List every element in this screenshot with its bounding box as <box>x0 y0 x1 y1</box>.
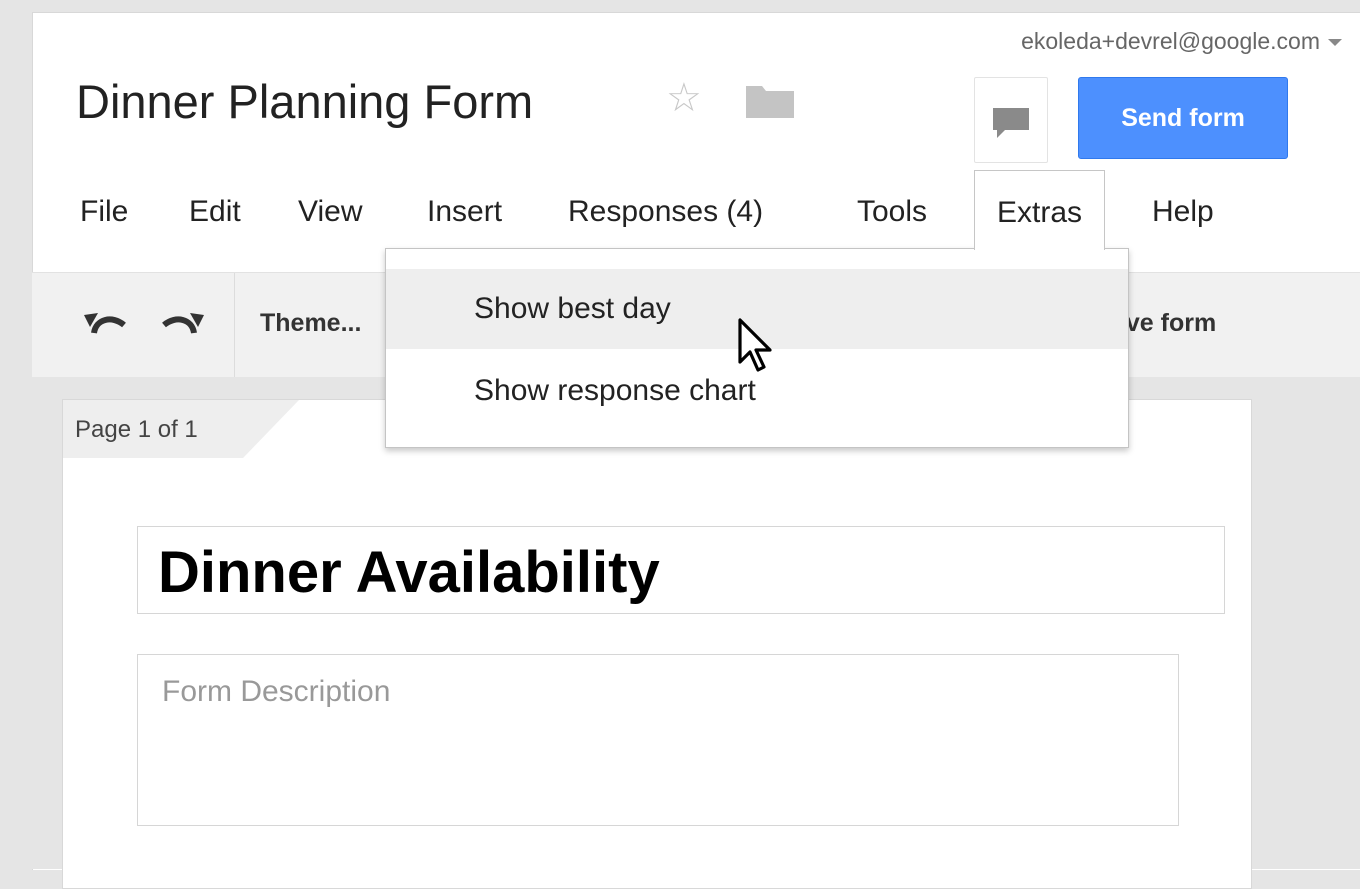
theme-button[interactable]: Theme... <box>260 309 361 338</box>
account-menu[interactable]: ekoleda+devrel@google.com <box>1021 28 1342 55</box>
page-indicator-label: Page 1 of 1 <box>75 416 198 443</box>
undo-icon[interactable] <box>84 309 128 335</box>
caret-down-icon <box>1328 39 1342 47</box>
menu-responses[interactable]: Responses (4) <box>568 170 763 250</box>
mouse-cursor-icon <box>738 318 772 372</box>
form-description-input[interactable]: Form Description <box>137 654 1179 826</box>
form-canvas: Page 1 of 1 Dinner Availability Form Des… <box>32 377 1360 889</box>
menu-help[interactable]: Help <box>1152 170 1214 250</box>
menu-view[interactable]: View <box>298 170 362 250</box>
comments-button[interactable] <box>974 77 1048 163</box>
page-indicator: Page 1 of 1 <box>63 400 303 458</box>
menu-extras[interactable]: Extras <box>974 170 1106 250</box>
menu-edit[interactable]: Edit <box>189 170 241 250</box>
redo-icon[interactable] <box>160 309 204 335</box>
menu-bar: File Edit View Insert Responses (4) Tool… <box>0 170 1360 250</box>
send-form-button[interactable]: Send form <box>1078 77 1288 159</box>
form-page: Page 1 of 1 Dinner Availability Form Des… <box>62 399 1252 889</box>
document-title[interactable]: Dinner Planning Form <box>76 74 533 129</box>
comment-icon <box>993 108 1029 138</box>
menu-insert[interactable]: Insert <box>427 170 502 250</box>
folder-icon[interactable] <box>746 84 794 118</box>
form-title-input[interactable]: Dinner Availability <box>137 526 1225 614</box>
toolbar-divider <box>234 273 235 377</box>
account-email: ekoleda+devrel@google.com <box>1021 28 1320 54</box>
menu-file[interactable]: File <box>80 170 128 250</box>
star-icon[interactable]: ☆ <box>666 78 702 118</box>
menu-tools[interactable]: Tools <box>857 170 927 250</box>
